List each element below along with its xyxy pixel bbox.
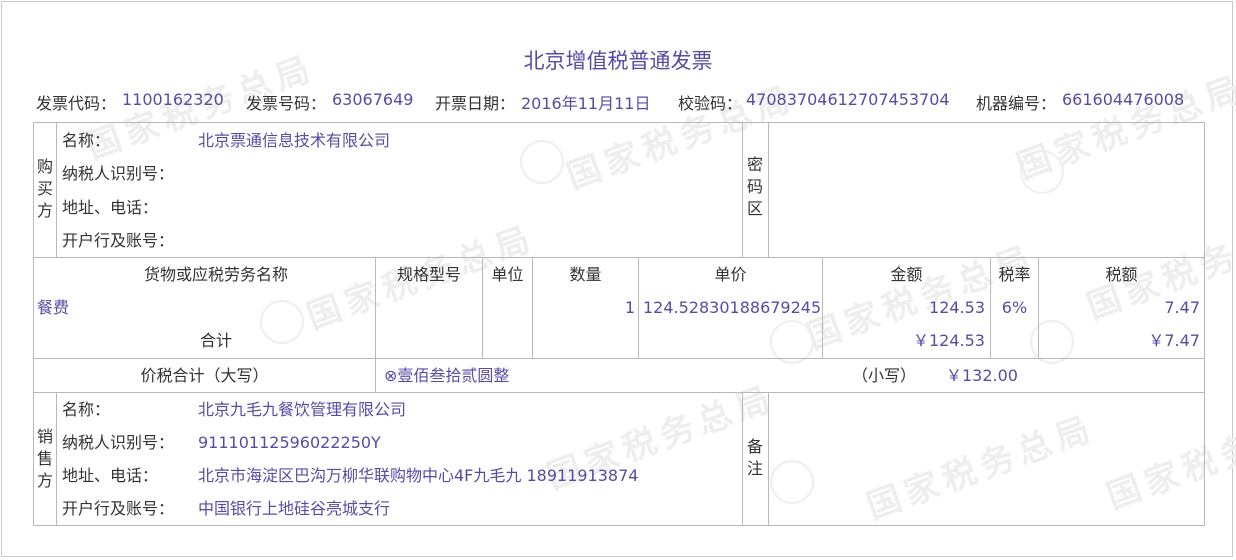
grid-line [33,358,1205,359]
seller-bank-label: 开户行及账号： [62,499,175,518]
buyer-address-label: 地址、电话： [62,198,159,217]
item-price: 124.52830188679245 [643,298,822,317]
col-header-spec: 规格型号 [396,265,461,284]
item-rate: 6% [1001,298,1028,317]
seller-address-label: 地址、电话： [62,466,159,485]
buyer-name-label: 名称： [62,131,111,150]
grid-line [56,392,57,525]
buyer-name: 北京票通信息技术有限公司 [198,131,391,150]
grid-line [33,392,1205,393]
seller-side-label: 销售方 [36,427,53,490]
grid-line [33,122,1205,123]
seller-name-label: 名称： [62,400,111,419]
grid-line [56,122,57,257]
grid-line [768,122,769,257]
col-header-tax: 税额 [1105,265,1138,284]
item-name: 餐费 [37,298,70,317]
grid-line [375,358,376,392]
grid-line [742,392,743,525]
seller-tax-id-label: 纳税人识别号： [62,433,175,452]
grand-total-lower: ￥132.00 [946,366,1018,385]
col-header-price: 单价 [714,265,747,284]
col-header-unit: 单位 [491,265,524,284]
buyer-tax-id-label: 纳税人识别号： [62,164,175,183]
seller-bank: 中国银行上地硅谷亮城支行 [198,499,391,518]
cipher-area-label: 密码区 [746,155,763,218]
grid-line [33,525,1205,526]
col-header-name: 货物或应税劳务名称 [143,265,288,284]
grand-total-lower-label: （小写） [852,366,917,385]
grid-line [742,122,743,257]
remarks-label: 备注 [746,437,763,478]
buyer-bank-label: 开户行及账号： [62,231,175,250]
seller-tax-id: 91110112596022250Y [198,433,381,452]
grand-total-label: 价税合计（大写） [140,366,269,385]
item-amount: 124.53 [929,298,985,317]
grid-line [33,122,34,526]
item-tax: 7.47 [1164,298,1200,317]
seller-address: 北京市海淀区巴沟万柳华联购物中心4F九毛九 18911913874 [198,466,639,485]
grand-total-upper: ⊗壹佰叁拾贰圆整 [384,366,510,385]
col-header-qty: 数量 [569,265,602,284]
col-header-amount: 金额 [890,265,923,284]
col-header-rate: 税率 [998,265,1031,284]
total-label: 合计 [199,331,232,350]
grid-line [33,257,1205,258]
total-amount: ￥124.53 [913,331,985,350]
total-tax: ￥7.47 [1148,331,1200,350]
buyer-side-label: 购买方 [36,157,53,220]
grid-line [768,392,769,525]
grid-line [1204,122,1205,526]
seller-name: 北京九毛九餐饮管理有限公司 [198,400,407,419]
item-qty: 1 [624,298,635,317]
